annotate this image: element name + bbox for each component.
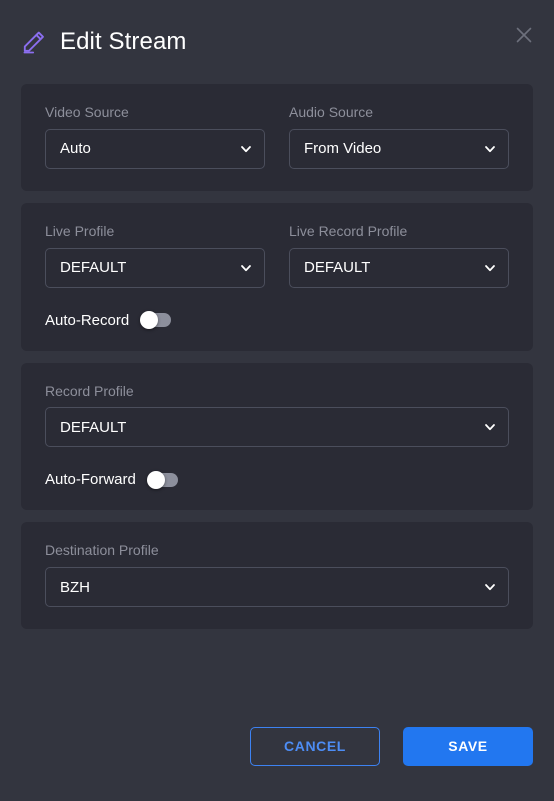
video-source-select[interactable]: Auto: [45, 128, 265, 169]
auto-record-row: Auto-Record: [45, 311, 509, 330]
auto-forward-label: Auto-Forward: [45, 471, 136, 489]
auto-record-label: Auto-Record: [45, 311, 130, 329]
chevron-down-icon: [483, 420, 497, 434]
record-profile-select[interactable]: DEFAULT: [45, 407, 509, 448]
pencil-icon: [21, 29, 47, 55]
live-record-profile-value: DEFAULT: [304, 259, 371, 277]
destination-profile-select[interactable]: BZH: [45, 567, 509, 608]
source-row: Video Source Auto Audio Source From Vide…: [45, 104, 509, 169]
page-title: Edit Stream: [60, 28, 187, 55]
destination-card: Destination Profile BZH: [21, 522, 533, 630]
field-video-source: Video Source Auto: [45, 104, 265, 169]
video-source-value: Auto: [60, 140, 91, 158]
field-live-profile: Live Profile DEFAULT: [45, 223, 265, 288]
live-card: Live Profile DEFAULT Live Record Profile: [21, 202, 533, 351]
field-live-record-profile: Live Record Profile DEFAULT: [289, 223, 509, 288]
live-profile-value: DEFAULT: [60, 259, 127, 277]
destination-profile-value: BZH: [60, 578, 90, 596]
live-profile-label: Live Profile: [45, 222, 115, 239]
audio-source-select[interactable]: From Video: [289, 128, 509, 169]
source-card: Video Source Auto Audio Source From Vide…: [21, 84, 533, 191]
dialog-body: Video Source Auto Audio Source From Vide…: [0, 84, 554, 691]
dialog-footer: CANCEL SAVE: [0, 691, 554, 801]
field-audio-source: Audio Source From Video: [289, 104, 509, 169]
close-icon: [513, 24, 535, 46]
audio-source-label: Audio Source: [289, 104, 374, 120]
close-button[interactable]: [510, 21, 538, 49]
save-button[interactable]: SAVE: [403, 726, 533, 766]
dialog-header: Edit Stream: [0, 0, 554, 84]
chevron-down-icon: [483, 142, 497, 156]
live-record-profile-select[interactable]: DEFAULT: [289, 247, 509, 288]
field-destination-profile: Destination Profile BZH: [45, 542, 509, 608]
auto-record-toggle[interactable]: [140, 311, 172, 330]
toggle-knob: [146, 470, 165, 489]
record-card: Record Profile DEFAULT Auto-Forward: [21, 362, 533, 511]
record-profile-label: Record Profile: [45, 382, 134, 399]
toggle-knob: [140, 311, 159, 330]
audio-source-value: From Video: [304, 140, 382, 158]
live-row: Live Profile DEFAULT Live Record Profile: [45, 223, 509, 288]
chevron-down-icon: [483, 580, 497, 594]
auto-forward-toggle[interactable]: [146, 470, 178, 489]
edit-stream-dialog: Edit Stream Video Source Auto Audio Sour…: [0, 0, 554, 801]
live-record-profile-label: Live Record Profile: [289, 222, 408, 239]
live-profile-select[interactable]: DEFAULT: [45, 247, 265, 288]
chevron-down-icon: [483, 261, 497, 275]
chevron-down-icon: [239, 261, 253, 275]
record-profile-value: DEFAULT: [60, 418, 127, 436]
destination-profile-label: Destination Profile: [45, 542, 159, 559]
field-record-profile: Record Profile DEFAULT: [45, 383, 509, 448]
video-source-label: Video Source: [45, 104, 129, 120]
chevron-down-icon: [239, 142, 253, 156]
auto-forward-row: Auto-Forward: [45, 470, 509, 489]
cancel-button[interactable]: CANCEL: [250, 726, 380, 766]
